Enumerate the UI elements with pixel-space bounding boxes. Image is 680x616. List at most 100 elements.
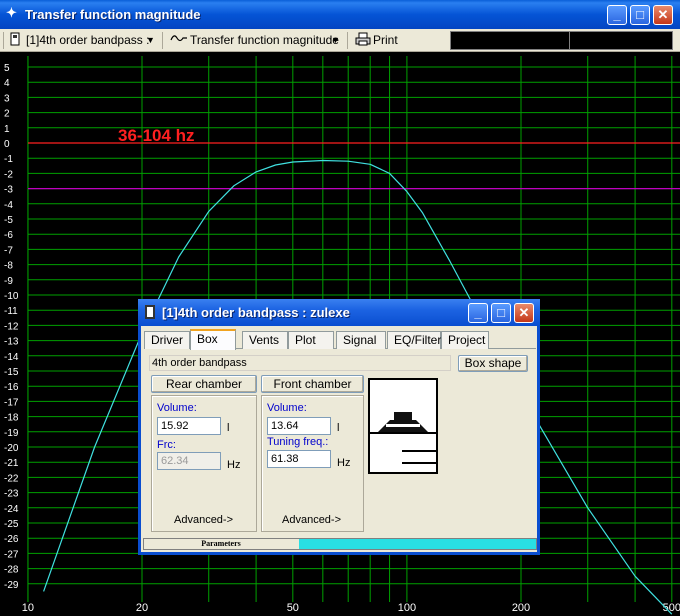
tab-signal[interactable]: Signal — [336, 331, 386, 349]
front-volume-label: Volume: — [267, 402, 307, 414]
rear-chamber-panel: Volume: 15.92 l Frc: 62.34 Hz Advanced-> — [151, 395, 257, 532]
waveform-icon — [170, 32, 188, 49]
toolbar-separator — [347, 32, 348, 49]
bandpass-enclosure-icon — [370, 412, 436, 464]
front-tuning-label: Tuning freq.: — [267, 436, 329, 448]
rear-volume-label: Volume: — [157, 402, 197, 414]
x-tick-label: 200 — [512, 602, 530, 614]
chevron-down-icon[interactable]: ▼ — [331, 32, 340, 49]
tab-vents[interactable]: Vents — [242, 331, 288, 349]
y-tick-label: -25 — [4, 519, 19, 530]
y-tick-label: -4 — [4, 200, 13, 211]
y-tick-label: 1 — [4, 124, 10, 135]
y-tick-label: -26 — [4, 534, 19, 545]
tab-plot[interactable]: Plot — [288, 331, 334, 349]
y-tick-label: -19 — [4, 428, 19, 439]
x-tick-label: 20 — [136, 602, 148, 614]
y-tick-label: -6 — [4, 230, 13, 241]
rear-advanced-link[interactable]: Advanced-> — [174, 514, 233, 526]
print-button[interactable]: Print — [373, 32, 398, 49]
y-tick-label: -15 — [4, 367, 19, 378]
y-tick-label: -21 — [4, 458, 19, 469]
y-tick-label: -20 — [4, 443, 19, 454]
tab-box[interactable]: Box — [190, 329, 236, 350]
y-tick-label: -18 — [4, 413, 19, 424]
rear-frc-input: 62.34 — [157, 452, 221, 470]
y-tick-label: -8 — [4, 261, 13, 272]
toolbar: [1]4th order bandpass : ▼ Transfer funct… — [0, 29, 680, 52]
rear-frc-label: Frc: — [157, 439, 176, 451]
dialog-maximize-button[interactable]: □ — [491, 303, 511, 323]
front-advanced-link[interactable]: Advanced-> — [282, 514, 341, 526]
y-tick-label: -13 — [4, 337, 19, 348]
window-title: Transfer function magnitude — [25, 7, 201, 22]
front-volume-input[interactable]: 13.64 — [267, 417, 331, 435]
y-tick-label: -27 — [4, 549, 19, 560]
toolbar-separator — [162, 32, 163, 49]
x-tick-label: 10 — [22, 602, 34, 614]
front-tuning-unit: Hz — [337, 457, 351, 469]
front-volume-unit: l — [337, 422, 340, 434]
y-tick-label: -9 — [4, 276, 13, 287]
project-dropdown[interactable]: [1]4th order bandpass : — [26, 32, 149, 49]
y-tick-label: -12 — [4, 321, 19, 332]
printer-icon[interactable] — [355, 32, 371, 49]
main-titlebar: ✦ Transfer function magnitude _ □ ✕ — [0, 0, 680, 29]
box-shape-button[interactable]: Box shape — [458, 355, 528, 372]
y-tick-label: -10 — [4, 291, 19, 302]
y-tick-label: 2 — [4, 109, 10, 120]
dialog-title: [1]4th order bandpass : zulexe — [162, 305, 350, 320]
dialog-minimize-button[interactable]: _ — [468, 303, 488, 323]
y-tick-label: -28 — [4, 565, 19, 576]
y-tick-label: -22 — [4, 473, 19, 484]
minimize-button[interactable]: _ — [607, 5, 627, 25]
y-tick-label: -17 — [4, 397, 19, 408]
y-tick-label: -11 — [4, 306, 18, 317]
y-tick-label: -29 — [4, 580, 19, 591]
rear-volume-unit: l — [227, 422, 230, 434]
chevron-down-icon[interactable]: ▼ — [146, 32, 155, 49]
rear-chamber-button[interactable]: Rear chamber — [151, 375, 257, 393]
y-tick-label: 4 — [4, 78, 10, 89]
app-icon: ✦ — [6, 5, 17, 20]
maximize-button[interactable]: □ — [630, 5, 650, 25]
toolbar-separator — [3, 32, 4, 49]
y-tick-label: -23 — [4, 489, 19, 500]
y-tick-label: 3 — [4, 93, 10, 104]
dialog-app-icon — [145, 305, 155, 319]
dialog-close-button[interactable]: ✕ — [514, 303, 534, 323]
dialog-titlebar: [1]4th order bandpass : zulexe _ □ ✕ — [138, 299, 540, 326]
box-type-field: 4th order bandpass — [149, 355, 451, 371]
box-diagram — [368, 378, 438, 474]
status-progress-fill — [299, 539, 536, 549]
passband-annotation: 36-104 hz — [118, 126, 195, 145]
y-tick-label: -14 — [4, 352, 19, 363]
front-chamber-button[interactable]: Front chamber — [261, 375, 364, 393]
status-label: Parameters — [201, 539, 241, 548]
y-tick-label: -16 — [4, 382, 19, 393]
project-dropdown-icon — [10, 32, 20, 49]
y-tick-label: -3 — [4, 185, 13, 196]
x-tick-label: 100 — [398, 602, 416, 614]
y-tick-label: -24 — [4, 504, 19, 515]
x-tick-label: 50 — [287, 602, 299, 614]
y-tick-label: 0 — [4, 139, 10, 150]
rear-frc-unit: Hz — [227, 459, 241, 471]
y-tick-label: -1 — [4, 154, 13, 165]
tab-project[interactable]: Project — [441, 331, 489, 349]
tab-driver[interactable]: Driver — [144, 331, 190, 349]
y-tick-label: -2 — [4, 169, 13, 180]
status-display-1 — [450, 31, 570, 50]
close-button[interactable]: ✕ — [653, 5, 673, 25]
dialog-body: Driver Box Vents Plot Signal EQ/Filter P… — [141, 326, 537, 552]
y-tick-label: -7 — [4, 245, 13, 256]
dialog-statusbar: Parameters — [143, 538, 537, 550]
y-tick-label: 5 — [4, 63, 10, 74]
front-chamber-panel: Volume: 13.64 l Tuning freq.: 61.38 Hz A… — [261, 395, 364, 532]
tab-eq-filter[interactable]: EQ/Filter — [387, 331, 441, 349]
status-display-2 — [569, 31, 673, 50]
y-tick-label: -5 — [4, 215, 13, 226]
front-tuning-input[interactable]: 61.38 — [267, 450, 331, 468]
view-dropdown[interactable]: Transfer function magnitude — [190, 32, 339, 49]
rear-volume-input[interactable]: 15.92 — [157, 417, 221, 435]
